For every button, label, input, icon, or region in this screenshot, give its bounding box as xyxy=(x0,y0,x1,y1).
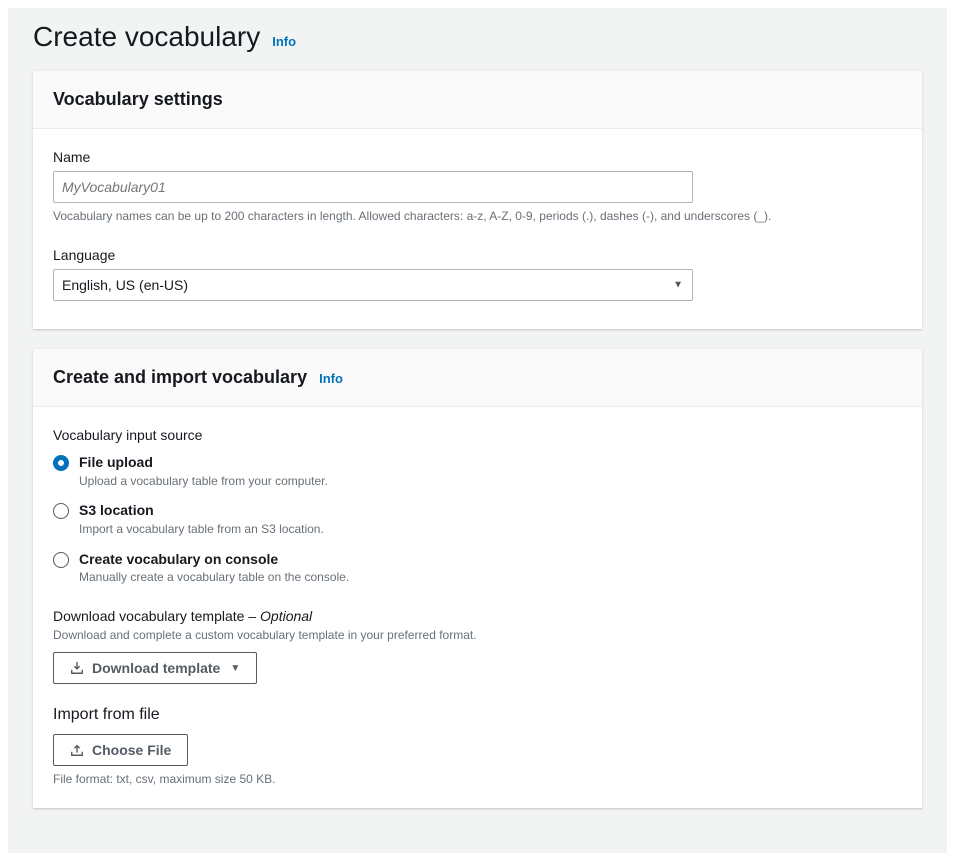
create-import-panel: Create and import vocabulary Info Vocabu… xyxy=(33,349,922,808)
panel-title: Create and import vocabulary xyxy=(53,367,307,388)
radio-indicator xyxy=(53,552,69,568)
radio-file-upload[interactable]: File upload Upload a vocabulary table fr… xyxy=(53,453,902,489)
name-field: Name Vocabulary names can be up to 200 c… xyxy=(53,149,902,225)
file-format-hint: File format: txt, csv, maximum size 50 K… xyxy=(53,770,902,788)
radio-desc: Import a vocabulary table from an S3 loc… xyxy=(79,521,324,538)
choose-file-label-text: Choose File xyxy=(92,742,171,758)
page-title: Create vocabulary xyxy=(33,21,260,53)
download-template-section: Download vocabulary template – Optional … xyxy=(53,608,902,684)
radio-indicator xyxy=(53,455,69,471)
download-icon xyxy=(70,661,84,675)
radio-title: Create vocabulary on console xyxy=(79,550,349,570)
download-template-hint: Download and complete a custom vocabular… xyxy=(53,626,902,644)
download-template-button[interactable]: Download template ▼ xyxy=(53,652,257,684)
input-source-section: Vocabulary input source File upload Uplo… xyxy=(53,427,902,586)
radio-s3-location[interactable]: S3 location Import a vocabulary table fr… xyxy=(53,501,902,537)
upload-icon xyxy=(70,743,84,757)
radio-desc: Upload a vocabulary table from your comp… xyxy=(79,473,328,490)
chevron-down-icon: ▼ xyxy=(230,663,240,674)
language-value: English, US (en-US) xyxy=(62,277,188,293)
info-link[interactable]: Info xyxy=(272,34,296,49)
vocabulary-settings-panel: Vocabulary settings Name Vocabulary name… xyxy=(33,71,922,329)
radio-title: File upload xyxy=(79,453,328,473)
input-source-label: Vocabulary input source xyxy=(53,427,902,443)
language-label: Language xyxy=(53,247,902,263)
choose-file-button[interactable]: Choose File xyxy=(53,734,188,766)
download-template-label-text: Download template xyxy=(92,660,220,676)
panel-header: Vocabulary settings xyxy=(33,71,922,129)
radio-indicator xyxy=(53,503,69,519)
radio-console[interactable]: Create vocabulary on console Manually cr… xyxy=(53,550,902,586)
panel-title: Vocabulary settings xyxy=(53,89,223,110)
import-from-file-label: Import from file xyxy=(53,706,902,724)
radio-title: S3 location xyxy=(79,501,324,521)
page-header: Create vocabulary Info xyxy=(9,9,946,71)
name-hint: Vocabulary names can be up to 200 charac… xyxy=(53,207,902,225)
download-template-label: Download vocabulary template – Optional xyxy=(53,608,902,624)
info-link[interactable]: Info xyxy=(319,371,343,386)
input-source-radio-group: File upload Upload a vocabulary table fr… xyxy=(53,453,902,586)
name-label: Name xyxy=(53,149,902,165)
name-input[interactable] xyxy=(53,171,693,203)
import-file-section: Import from file Choose File File format… xyxy=(53,706,902,788)
language-field: Language English, US (en-US) ▼ xyxy=(53,247,902,301)
radio-desc: Manually create a vocabulary table on th… xyxy=(79,569,349,586)
panel-header: Create and import vocabulary Info xyxy=(33,349,922,407)
language-select[interactable]: English, US (en-US) xyxy=(53,269,693,301)
